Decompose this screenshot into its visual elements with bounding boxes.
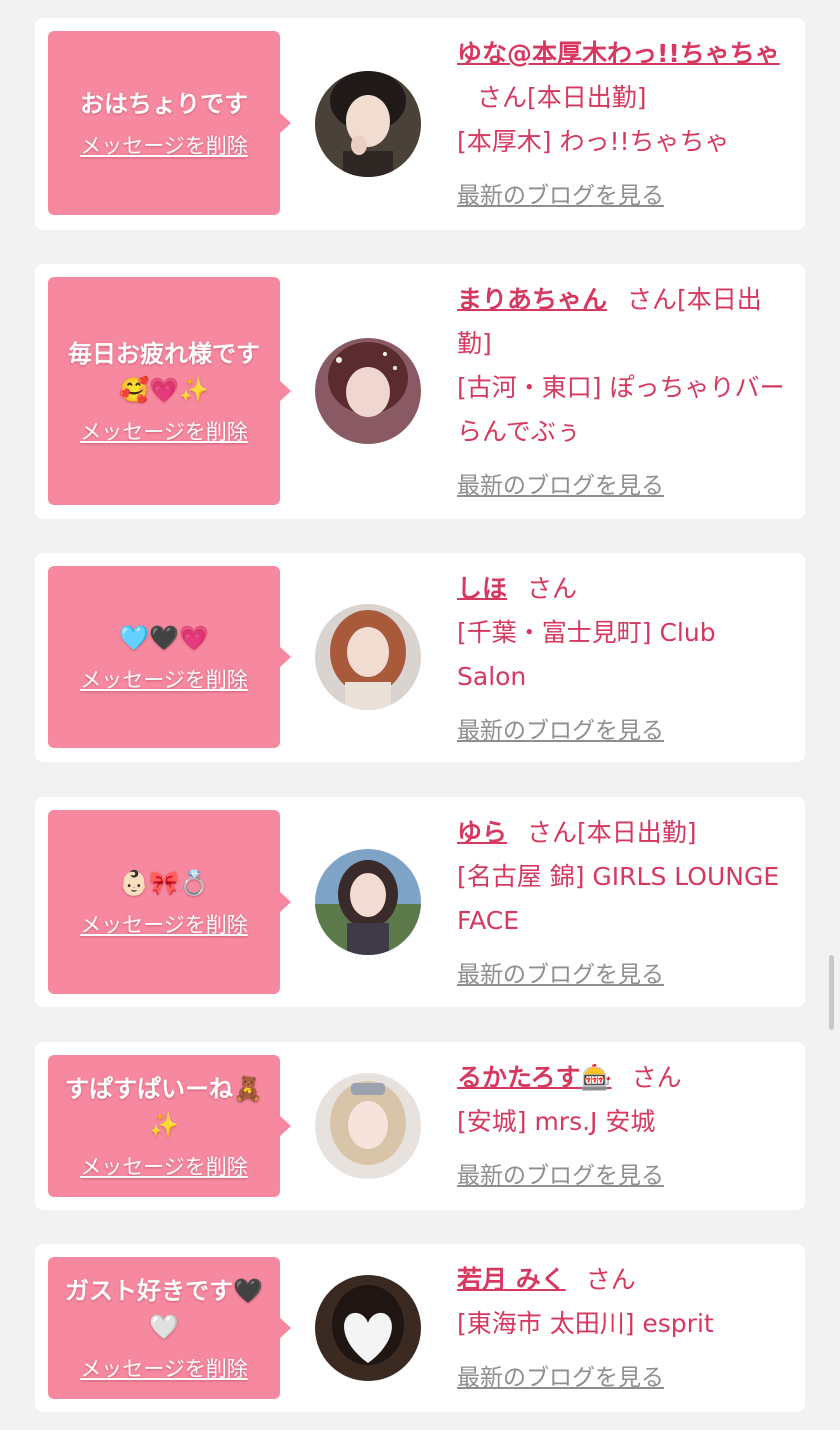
message-card: おはちょりです メッセージを削除 ゆな@本厚木わっ!!ちゃちゃさん[本日出勤] … <box>35 18 805 230</box>
girl-name-link[interactable]: るかたろす🎰 <box>457 1063 612 1092</box>
shop-label: [千葉・富士見町] Club Salon <box>457 618 716 691</box>
profile-info: まりあちゃん さん[本日出勤] [古河・東口] ぽっちゃりバー らんでぶぅ 最新の… <box>457 278 791 508</box>
shop-label: [東海市 太田川] esprit <box>457 1309 714 1338</box>
girl-name-link[interactable]: 若月 みく <box>457 1265 566 1294</box>
shop-label: [名古屋 錦] GIRLS LOUNGE FACE <box>457 862 780 935</box>
honorific: さん <box>477 83 528 112</box>
profile-info: 若月 みく さん [東海市 太田川] esprit 最新のブログを見る <box>457 1258 791 1400</box>
message-bubble: 👶🏻🎀💍 メッセージを削除 <box>48 810 291 994</box>
message-text: ガスト好きです🖤🤍 <box>65 1277 263 1341</box>
latest-blog-link[interactable]: 最新のブログを見る <box>457 709 664 753</box>
message-card: すぱすぱいーね🧸✨ メッセージを削除 るかたろす🎰 さん [安城] mrs.J 安… <box>35 1042 805 1210</box>
honorific: さん <box>585 1265 636 1294</box>
message-text: 毎日お疲れ様です🥰💗✨ <box>68 340 260 404</box>
profile-info: るかたろす🎰 さん [安城] mrs.J 安城 最新のブログを見る <box>457 1056 791 1198</box>
status-label: [本日出勤] <box>577 818 697 847</box>
delete-message-link[interactable]: メッセージを削除 <box>80 664 248 694</box>
message-card: 毎日お疲れ様です🥰💗✨ メッセージを削除 まりあちゃん さん[本日出勤] [古河・… <box>35 264 805 519</box>
honorific: さん <box>527 818 578 847</box>
profile-info: ゆら さん[本日出勤] [名古屋 錦] GIRLS LOUNGE FACE 最新の… <box>457 811 791 997</box>
girl-name-link[interactable]: まりあちゃん <box>457 285 607 314</box>
avatar[interactable] <box>315 849 421 955</box>
latest-blog-link[interactable]: 最新のブログを見る <box>457 174 664 218</box>
scrollbar[interactable] <box>829 955 834 1030</box>
profile-info: しほ さん [千葉・富士見町] Club Salon 最新のブログを見る <box>457 567 791 753</box>
avatar[interactable] <box>315 1073 421 1179</box>
honorific: さん <box>631 1063 682 1092</box>
message-card: ガスト好きです🖤🤍 メッセージを削除 若月 みく さん [東海市 太田川] esp… <box>35 1244 805 1412</box>
status-label: [本日出勤] <box>527 83 647 112</box>
girl-name-link[interactable]: ゆな@本厚木わっ!!ちゃちゃ <box>457 39 780 68</box>
message-bubble: おはちょりです メッセージを削除 <box>48 31 291 215</box>
shop-label: [本厚木] わっ!!ちゃちゃ <box>457 127 730 156</box>
message-text: 🩵🖤💗 <box>119 624 209 652</box>
message-bubble: 毎日お疲れ様です🥰💗✨ メッセージを削除 <box>48 277 291 505</box>
avatar[interactable] <box>315 71 421 177</box>
avatar[interactable] <box>315 338 421 444</box>
message-text: すぱすぱいーね🧸✨ <box>65 1075 263 1139</box>
girl-name-link[interactable]: しほ <box>457 574 507 603</box>
shop-label: [古河・東口] ぽっちゃりバー らんでぶぅ <box>457 373 785 446</box>
message-bubble: ガスト好きです🖤🤍 メッセージを削除 <box>48 1257 291 1399</box>
message-bubble: 🩵🖤💗 メッセージを削除 <box>48 566 291 748</box>
latest-blog-link[interactable]: 最新のブログを見る <box>457 1356 664 1400</box>
latest-blog-link[interactable]: 最新のブログを見る <box>457 1154 664 1198</box>
message-text: おはちょりです <box>80 90 248 118</box>
delete-message-link[interactable]: メッセージを削除 <box>80 1353 248 1383</box>
avatar[interactable] <box>315 1275 421 1381</box>
shop-label: [安城] mrs.J 安城 <box>457 1107 656 1136</box>
latest-blog-link[interactable]: 最新のブログを見る <box>457 953 664 997</box>
message-card: 👶🏻🎀💍 メッセージを削除 ゆら さん[本日出勤] [名古屋 錦] GIRLS L… <box>35 797 805 1007</box>
honorific: さん <box>527 574 578 603</box>
avatar[interactable] <box>315 604 421 710</box>
latest-blog-link[interactable]: 最新のブログを見る <box>457 464 664 508</box>
message-card: 🩵🖤💗 メッセージを削除 しほ さん [千葉・富士見町] Club Salon 最… <box>35 553 805 762</box>
profile-info: ゆな@本厚木わっ!!ちゃちゃさん[本日出勤] [本厚木] わっ!!ちゃちゃ 最新… <box>457 32 791 218</box>
message-text: 👶🏻🎀💍 <box>119 869 209 897</box>
message-bubble: すぱすぱいーね🧸✨ メッセージを削除 <box>48 1055 291 1197</box>
honorific: さん <box>627 285 678 314</box>
delete-message-link[interactable]: メッセージを削除 <box>80 416 248 446</box>
girl-name-link[interactable]: ゆら <box>457 818 507 847</box>
delete-message-link[interactable]: メッセージを削除 <box>80 130 248 160</box>
delete-message-link[interactable]: メッセージを削除 <box>80 909 248 939</box>
delete-message-link[interactable]: メッセージを削除 <box>80 1151 248 1181</box>
